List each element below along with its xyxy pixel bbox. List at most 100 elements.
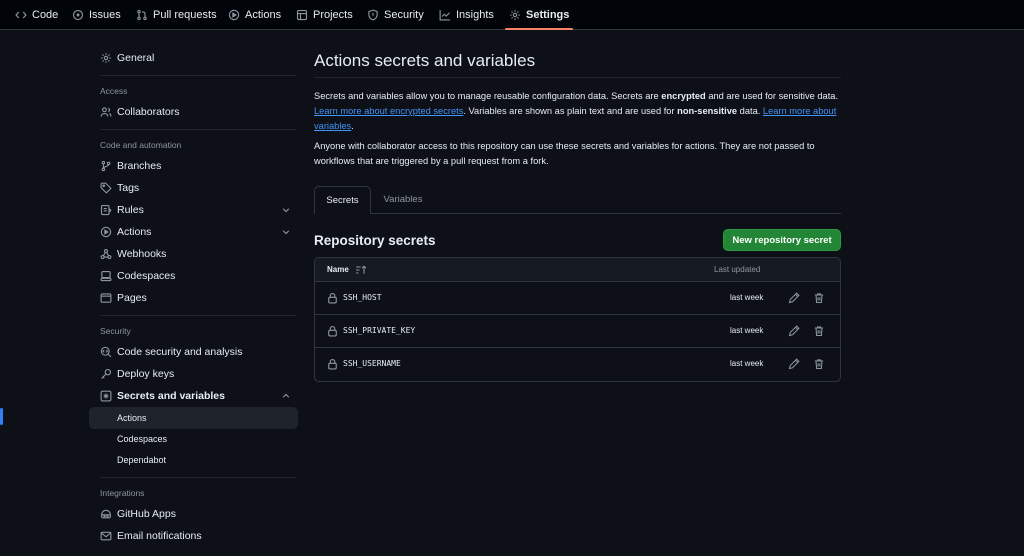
pencil-icon[interactable] xyxy=(788,292,800,304)
secret-updated: last week xyxy=(730,293,764,302)
trash-icon[interactable] xyxy=(813,292,825,304)
divider xyxy=(100,129,296,130)
lock-icon xyxy=(327,325,338,337)
gear-icon xyxy=(509,9,521,21)
intro-text-part: . xyxy=(351,121,354,131)
column-updated-header: Last updated xyxy=(714,265,761,274)
sidebar-item-label: Actions xyxy=(117,413,147,423)
secret-updated: last week xyxy=(730,326,764,335)
tab-label: Pull requests xyxy=(153,9,217,21)
trash-icon[interactable] xyxy=(813,358,825,370)
divider xyxy=(100,75,296,76)
asterisk-box-icon xyxy=(100,390,112,402)
intro-bold-encrypted: encrypted xyxy=(661,91,706,101)
sidebar-item-label: Tags xyxy=(117,182,140,194)
divider xyxy=(314,77,841,78)
intro-text-part: Secrets and variables allow you to manag… xyxy=(314,91,662,101)
column-name-header: Name xyxy=(327,265,349,274)
selected-indicator xyxy=(0,408,3,425)
sidebar-item-code-security[interactable]: Code security and analysis xyxy=(89,341,298,363)
sidebar-item-label: Dependabot xyxy=(117,455,167,465)
tab-label: Security xyxy=(384,9,424,21)
sidebar-item-collaborators[interactable]: Collaborators xyxy=(89,101,298,123)
sidebar-item-label: Codespaces xyxy=(117,434,168,444)
key-icon xyxy=(100,368,112,380)
repo-nav: Code Issues Pull requests Actions Projec… xyxy=(0,0,1024,30)
tab-issues[interactable]: Issues xyxy=(72,0,121,30)
sidebar-item-tags[interactable]: Tags xyxy=(89,177,298,199)
divider xyxy=(100,315,296,316)
table-icon xyxy=(296,9,308,21)
sidebar-item-label: Deploy keys xyxy=(117,368,175,380)
tab-secrets[interactable]: Secrets xyxy=(314,186,371,214)
people-icon xyxy=(100,106,112,118)
sidebar-item-label: Webhooks xyxy=(117,248,167,260)
tab-pull-requests[interactable]: Pull requests xyxy=(136,0,217,30)
tab-insights[interactable]: Insights xyxy=(439,0,494,30)
sidebar-item-label: Collaborators xyxy=(117,106,180,118)
chevron-down-icon xyxy=(281,227,291,237)
table-header: Name Last updated xyxy=(315,258,840,282)
sidebar-item-actions[interactable]: Actions xyxy=(89,221,298,243)
pull-request-icon xyxy=(136,9,148,21)
new-repository-secret-button[interactable]: New repository secret xyxy=(723,229,841,251)
sidebar-item-webhooks[interactable]: Webhooks xyxy=(89,243,298,265)
secret-name: SSH_HOST xyxy=(343,293,382,302)
table-row: SSH_HOST last week xyxy=(315,282,840,315)
webhook-icon xyxy=(100,248,112,260)
sidebar-heading-access: Access xyxy=(100,86,128,96)
sidebar-item-branches[interactable]: Branches xyxy=(89,155,298,177)
trash-icon[interactable] xyxy=(813,325,825,337)
mail-icon xyxy=(100,530,112,542)
secret-name: SSH_PRIVATE_KEY xyxy=(343,326,416,335)
tab-label: Actions xyxy=(245,9,282,21)
branch-icon xyxy=(100,160,112,172)
sidebar-item-secrets-variables[interactable]: Secrets and variables xyxy=(89,385,298,407)
sidebar-item-label: GitHub Apps xyxy=(117,508,176,520)
tab-security[interactable]: Security xyxy=(367,0,424,30)
tag-icon xyxy=(100,182,112,194)
tab-projects[interactable]: Projects xyxy=(296,0,353,30)
sidebar-item-label: Pages xyxy=(117,292,147,304)
sidebar-item-label: Email notifications xyxy=(117,530,202,542)
pencil-icon[interactable] xyxy=(788,358,800,370)
sidebar-item-label: Actions xyxy=(117,226,152,238)
sidebar-item-rules[interactable]: Rules xyxy=(89,199,298,221)
sidebar-subitem-dependabot[interactable]: Dependabot xyxy=(89,449,298,471)
tab-label: Projects xyxy=(313,9,353,21)
shield-icon xyxy=(367,9,379,21)
tab-settings[interactable]: Settings xyxy=(504,0,574,30)
divider xyxy=(100,477,296,478)
issue-icon xyxy=(72,9,84,21)
tab-code[interactable]: Code xyxy=(15,0,58,30)
table-row: SSH_USERNAME last week xyxy=(315,348,840,381)
sidebar-item-github-apps[interactable]: GitHub Apps xyxy=(89,503,298,525)
sidebar-item-general[interactable]: General xyxy=(89,47,298,69)
sidebar-item-pages[interactable]: Pages xyxy=(89,287,298,309)
tab-label: Settings xyxy=(526,9,570,21)
sidebar-item-label: General xyxy=(117,52,155,64)
sidebar-item-codespaces[interactable]: Codespaces xyxy=(89,265,298,287)
sidebar-subitem-codespaces[interactable]: Codespaces xyxy=(89,428,298,450)
lock-icon xyxy=(327,292,338,304)
secret-updated: last week xyxy=(730,359,764,368)
sort-icon[interactable] xyxy=(355,264,367,276)
learn-encrypted-secrets-link[interactable]: Learn more about encrypted secrets xyxy=(314,106,463,116)
chevron-up-icon xyxy=(281,391,291,401)
sidebar-item-email-notifications[interactable]: Email notifications xyxy=(89,525,298,547)
play-icon xyxy=(100,226,112,238)
sidebar-item-label: Rules xyxy=(117,204,144,216)
sidebar-item-deploy-keys[interactable]: Deploy keys xyxy=(89,363,298,385)
intro-text-part: . Variables are shown as plain text and … xyxy=(463,106,678,116)
section-title: Repository secrets xyxy=(314,233,436,248)
sidebar-subitem-actions[interactable]: Actions xyxy=(89,407,298,429)
secrets-variables-tabs: Secrets Variables xyxy=(314,186,841,214)
tab-actions[interactable]: Actions xyxy=(228,0,281,30)
intro-text-part: and are used for sensitive data. xyxy=(705,91,839,101)
rules-icon xyxy=(100,204,112,216)
tab-label: Code xyxy=(32,9,59,21)
pencil-icon[interactable] xyxy=(788,325,800,337)
tab-variables[interactable]: Variables xyxy=(374,186,432,213)
graph-icon xyxy=(439,9,451,21)
tab-label: Insights xyxy=(456,9,494,21)
